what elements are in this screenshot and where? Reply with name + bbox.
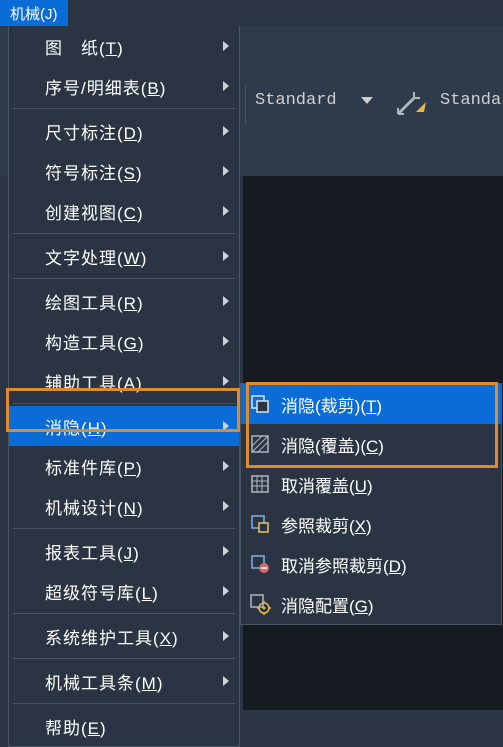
- menu-item-dimension[interactable]: 尺寸标注(D): [9, 111, 239, 151]
- label: 文字处理(W): [45, 244, 147, 269]
- menu-item-text[interactable]: 文字处理(W): [9, 236, 239, 276]
- separator: [13, 703, 235, 704]
- menu-item-aux-tools[interactable]: 辅助工具(A): [9, 361, 239, 401]
- menu-mechanical-label: 机械(J): [10, 3, 58, 24]
- menu-item-mech-design[interactable]: 机械设计(N): [9, 486, 239, 526]
- cancel-ref-clip-icon: [249, 553, 271, 575]
- mechanical-dropdown-menu: 图 纸(T) 序号/明细表(B) 尺寸标注(D) 符号标注(S) 创建视图(C)…: [8, 26, 240, 747]
- label: 图 纸(T): [45, 34, 124, 59]
- menu-item-report-tools[interactable]: 报表工具(J): [9, 531, 239, 571]
- label: 消隐(裁剪)(T): [281, 392, 382, 417]
- menu-item-hide[interactable]: 消隐(H): [9, 406, 239, 446]
- label: 超级符号库(L): [45, 579, 159, 604]
- toolbar-style2-label: Standa: [440, 91, 501, 110]
- chevron-right-icon: [223, 631, 229, 641]
- menu-item-super-symbol[interactable]: 超级符号库(L): [9, 571, 239, 611]
- label: 符号标注(S): [45, 159, 143, 184]
- submenu-item-cancel-ref-clip[interactable]: 取消参照裁剪(D): [241, 544, 501, 584]
- chevron-down-icon: [361, 97, 373, 104]
- hide-config-icon: [249, 593, 271, 615]
- menu-item-symbol[interactable]: 符号标注(S): [9, 151, 239, 191]
- toolbar-style-dropdown[interactable]: Standard: [255, 91, 373, 110]
- menu-item-draw-tools[interactable]: 绘图工具(R): [9, 281, 239, 321]
- label: 序号/明细表(B): [45, 74, 166, 99]
- menu-mechanical[interactable]: 机械(J): [0, 0, 68, 26]
- menu-item-help[interactable]: 帮助(E): [9, 706, 239, 746]
- label: 尺寸标注(D): [45, 119, 144, 144]
- separator: [13, 233, 235, 234]
- label: 系统维护工具(X): [45, 624, 179, 649]
- label: 机械设计(N): [45, 494, 144, 519]
- label: 取消参照裁剪(D): [281, 552, 407, 577]
- chevron-right-icon: [223, 126, 229, 136]
- dimension-style-icon[interactable]: [394, 88, 430, 124]
- menu-item-std-parts[interactable]: 标准件库(P): [9, 446, 239, 486]
- label: 构造工具(G): [45, 329, 145, 354]
- label: 创建视图(C): [45, 199, 144, 224]
- chevron-right-icon: [223, 676, 229, 686]
- label: 辅助工具(A): [45, 369, 143, 394]
- hide-clip-icon: [249, 393, 271, 415]
- chevron-right-icon: [223, 546, 229, 556]
- ref-clip-icon: [249, 513, 271, 535]
- label: 帮助(E): [45, 714, 107, 739]
- chevron-right-icon: [223, 421, 229, 431]
- separator: [13, 528, 235, 529]
- separator: [13, 613, 235, 614]
- label: 参照裁剪(X): [281, 512, 372, 537]
- menubar: 机械(J): [0, 0, 503, 26]
- chevron-right-icon: [223, 81, 229, 91]
- separator: [13, 403, 235, 404]
- chevron-right-icon: [223, 251, 229, 261]
- label: 消隐配置(G): [281, 592, 374, 617]
- chevron-right-icon: [223, 206, 229, 216]
- menu-item-toolbars[interactable]: 机械工具条(M): [9, 661, 239, 701]
- submenu-item-hide-config[interactable]: 消隐配置(G): [241, 584, 501, 624]
- label: 绘图工具(R): [45, 289, 144, 314]
- cancel-cover-icon: [249, 473, 271, 495]
- submenu-item-hide-cover[interactable]: 消隐(覆盖)(C): [241, 424, 501, 464]
- separator: [13, 108, 235, 109]
- separator: [13, 278, 235, 279]
- toolbar-divider: [245, 85, 246, 125]
- chevron-right-icon: [223, 501, 229, 511]
- chevron-right-icon: [223, 166, 229, 176]
- menu-item-bom[interactable]: 序号/明细表(B): [9, 66, 239, 106]
- label: 机械工具条(M): [45, 669, 164, 694]
- label: 消隐(覆盖)(C): [281, 432, 384, 457]
- chevron-right-icon: [223, 296, 229, 306]
- menu-item-drawing[interactable]: 图 纸(T): [9, 26, 239, 66]
- submenu-item-hide-clip[interactable]: 消隐(裁剪)(T): [241, 384, 501, 424]
- menu-item-create-view[interactable]: 创建视图(C): [9, 191, 239, 231]
- submenu-item-cancel-cover[interactable]: 取消覆盖(U): [241, 464, 501, 504]
- hide-submenu: 消隐(裁剪)(T) 消隐(覆盖)(C) 取消覆盖(U): [240, 383, 502, 625]
- chevron-right-icon: [223, 336, 229, 346]
- chevron-right-icon: [223, 586, 229, 596]
- submenu-item-ref-clip[interactable]: 参照裁剪(X): [241, 504, 501, 544]
- hide-cover-icon: [249, 433, 271, 455]
- label: 消隐(H): [45, 414, 108, 439]
- chevron-right-icon: [223, 461, 229, 471]
- chevron-right-icon: [223, 41, 229, 51]
- menu-item-sys-maint[interactable]: 系统维护工具(X): [9, 616, 239, 656]
- menu-item-construct-tools[interactable]: 构造工具(G): [9, 321, 239, 361]
- label: 报表工具(J): [45, 539, 140, 564]
- chevron-right-icon: [223, 376, 229, 386]
- label: 标准件库(P): [45, 454, 143, 479]
- label: 取消覆盖(U): [281, 472, 373, 497]
- toolbar-style-value: Standard: [255, 91, 337, 110]
- separator: [13, 658, 235, 659]
